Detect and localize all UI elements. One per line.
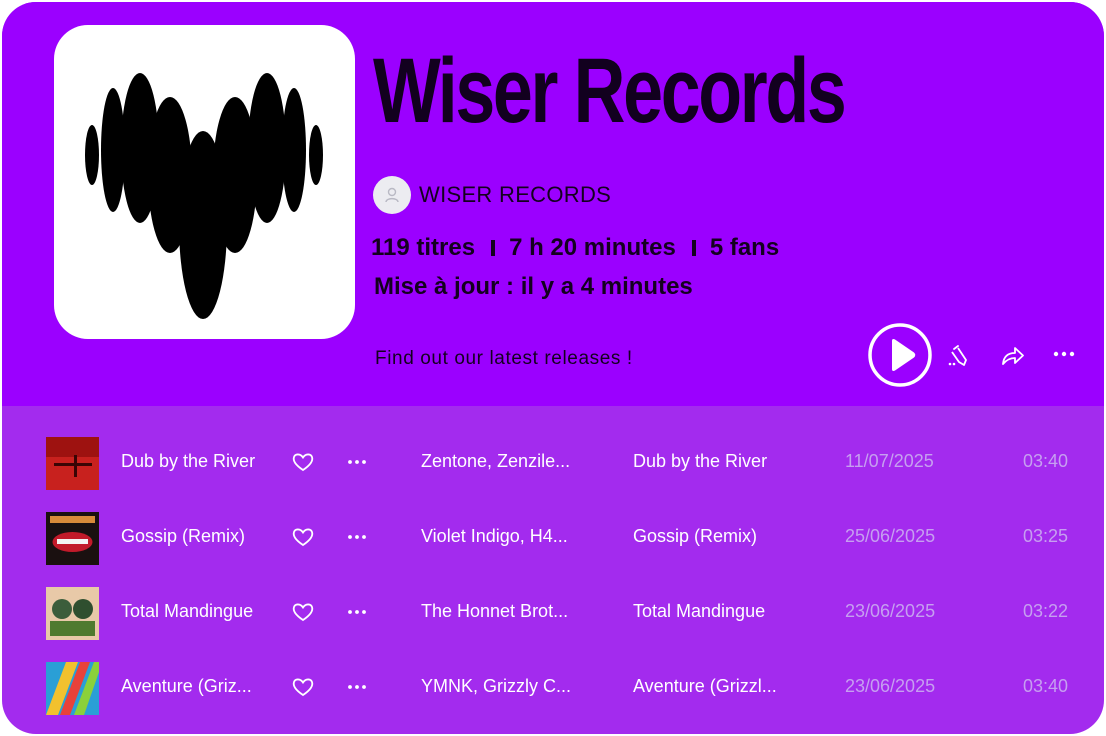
more-horizontal-icon xyxy=(348,610,366,614)
favorite-button[interactable] xyxy=(290,524,316,550)
track-more-button[interactable] xyxy=(344,449,370,475)
fans-count: 5 fans xyxy=(709,234,780,261)
more-horizontal-icon xyxy=(348,685,366,689)
track-date-added: 25/06/2025 xyxy=(845,526,936,546)
track-row[interactable]: Gossip (Remix) Violet Indigo, H4... Goss… xyxy=(2,500,1104,575)
track-duration: 03:40 xyxy=(1023,451,1069,471)
track-duration: 03:22 xyxy=(1023,601,1069,621)
heart-icon xyxy=(292,528,314,547)
track-cover xyxy=(46,437,99,490)
last-updated: Mise à jour : il y a 4 minutes xyxy=(374,273,693,300)
owner-name: WISER RECORDS xyxy=(419,182,612,207)
track-date-added: 23/06/2025 xyxy=(845,676,936,696)
tracks-count: 119 titres xyxy=(371,234,476,261)
playlist-header: Wiser Records WISER RECORDS 119 titres 7 … xyxy=(2,2,1104,406)
playlist-owner[interactable]: WISER RECORDS xyxy=(373,175,611,215)
heart-icon xyxy=(292,678,314,697)
more-options-button[interactable] xyxy=(1048,338,1080,370)
playlist-card: Wiser Records WISER RECORDS 119 titres 7 … xyxy=(2,2,1104,734)
track-title[interactable]: Gossip (Remix) xyxy=(121,526,276,547)
track-row[interactable]: Aventure (Griz... YMNK, Grizzly C... Ave… xyxy=(2,650,1104,725)
play-icon xyxy=(868,323,932,387)
favorite-button[interactable] xyxy=(290,599,316,625)
track-date-added: 23/06/2025 xyxy=(845,601,936,621)
track-album[interactable]: Total Mandingue xyxy=(633,601,803,622)
playlist-title: Wiser Records xyxy=(373,40,847,142)
heart-icon xyxy=(292,453,314,472)
track-album[interactable]: Dub by the River xyxy=(633,451,803,472)
track-duration: 03:40 xyxy=(1023,676,1069,696)
share-icon xyxy=(1002,347,1024,365)
track-title[interactable]: Aventure (Griz... xyxy=(121,676,276,697)
track-row[interactable]: Total Mandingue The Honnet Brot... Total… xyxy=(2,575,1104,650)
pencil-icon xyxy=(948,345,967,366)
track-artist[interactable]: Violet Indigo, H4... xyxy=(421,526,596,547)
more-horizontal-icon xyxy=(1053,351,1075,357)
track-album[interactable]: Aventure (Grizzl... xyxy=(633,676,803,697)
track-cover xyxy=(46,587,99,640)
separator xyxy=(491,240,496,256)
track-artist[interactable]: Zentone, Zenzile... xyxy=(421,451,596,472)
share-button[interactable] xyxy=(997,340,1029,372)
playlist-duration: 7 h 20 minutes xyxy=(509,234,676,261)
track-more-button[interactable] xyxy=(344,674,370,700)
edit-button[interactable] xyxy=(944,340,976,372)
track-title[interactable]: Total Mandingue xyxy=(121,601,276,622)
track-artist[interactable]: YMNK, Grizzly C... xyxy=(421,676,596,697)
track-album[interactable]: Gossip (Remix) xyxy=(633,526,803,547)
playlist-cover[interactable] xyxy=(54,25,355,339)
favorite-button[interactable] xyxy=(290,449,316,475)
separator xyxy=(691,240,696,256)
user-avatar-icon xyxy=(373,176,411,214)
playlist-stats: 119 titres 7 h 20 minutes 5 fans xyxy=(371,232,779,264)
more-horizontal-icon xyxy=(348,460,366,464)
more-horizontal-icon xyxy=(348,535,366,539)
track-date-added: 11/07/2025 xyxy=(845,451,934,471)
track-row[interactable]: Dub by the River Zentone, Zenzile... Dub… xyxy=(2,425,1104,500)
play-button[interactable] xyxy=(868,323,932,387)
track-more-button[interactable] xyxy=(344,524,370,550)
track-cover xyxy=(46,662,99,715)
deezer-heart-logo-icon xyxy=(85,73,323,319)
track-artist[interactable]: The Honnet Brot... xyxy=(421,601,596,622)
track-cover xyxy=(46,512,99,565)
favorite-button[interactable] xyxy=(290,674,316,700)
track-title[interactable]: Dub by the River xyxy=(121,451,276,472)
playlist-description: Find out our latest releases ! xyxy=(375,348,633,369)
heart-icon xyxy=(292,603,314,622)
track-more-button[interactable] xyxy=(344,599,370,625)
track-duration: 03:25 xyxy=(1023,526,1069,546)
